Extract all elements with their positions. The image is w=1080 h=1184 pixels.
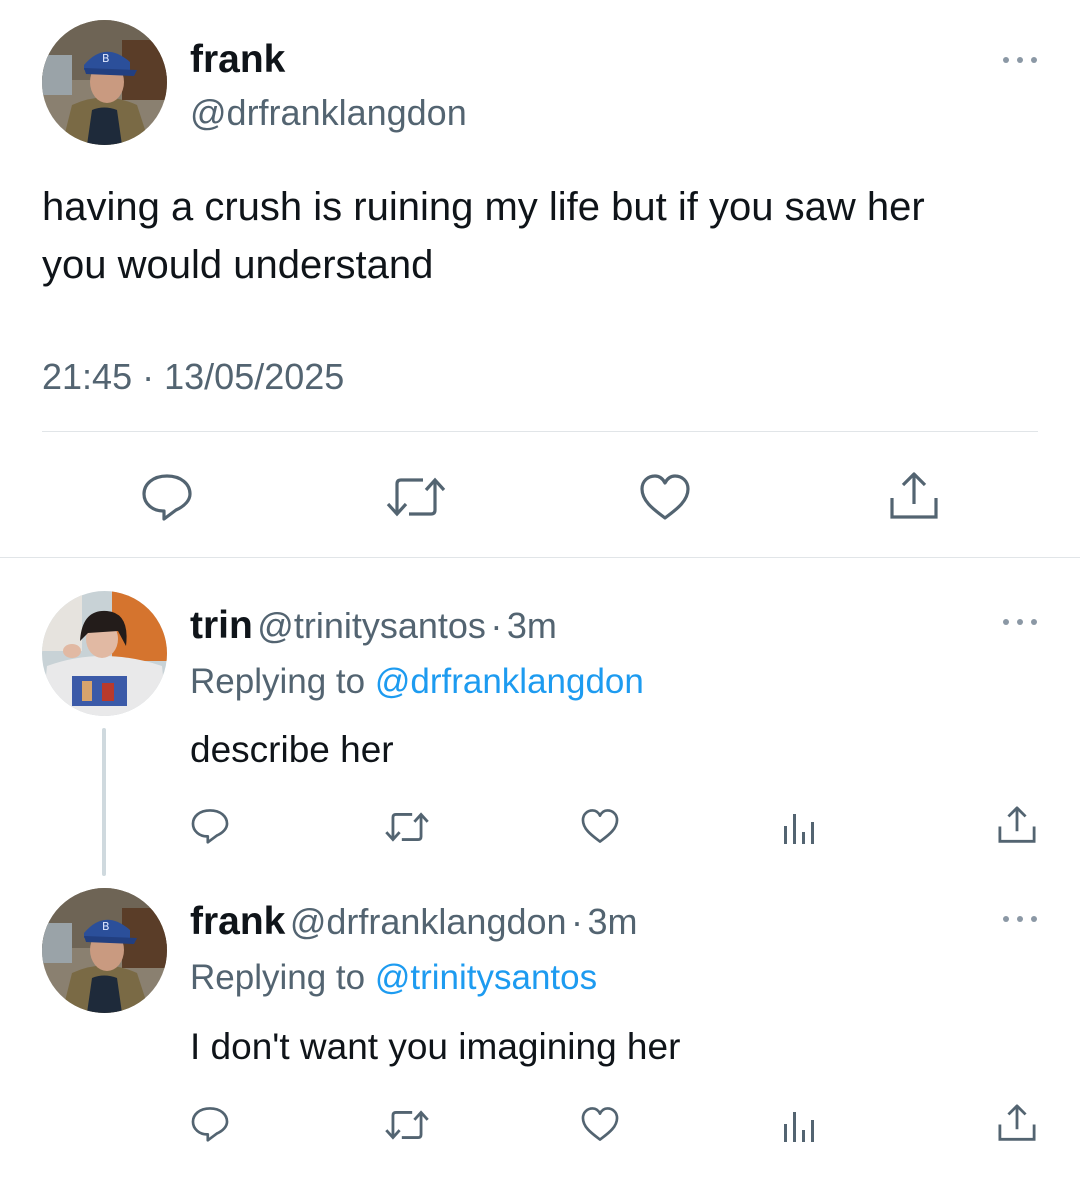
- views-icon[interactable]: [780, 1106, 818, 1144]
- retweet-icon[interactable]: [385, 474, 447, 520]
- reply-icon[interactable]: [140, 472, 194, 522]
- retweet-icon[interactable]: [384, 810, 430, 844]
- meta-separator: ·: [490, 605, 503, 646]
- divider: [42, 431, 1038, 432]
- retweet-icon[interactable]: [384, 1108, 430, 1142]
- more-icon[interactable]: [1000, 52, 1040, 68]
- tweet-time: 21:45: [42, 356, 133, 397]
- reply-text: describe her: [190, 729, 394, 770]
- avatar[interactable]: [42, 591, 167, 716]
- reply-icon[interactable]: [190, 1104, 230, 1144]
- author-name[interactable]: frank: [190, 38, 285, 82]
- reply-age[interactable]: 3m: [587, 901, 637, 942]
- meta-separator: ·: [571, 901, 583, 942]
- more-icon[interactable]: [1000, 911, 1040, 927]
- meta-separator: ·: [142, 356, 155, 397]
- tweet-timestamp[interactable]: 21:45 · 13/05/2025: [42, 356, 344, 398]
- reply-header: trin @trinitysantos · 3m: [190, 604, 557, 648]
- avatar[interactable]: B: [42, 888, 167, 1013]
- reply-age[interactable]: 3m: [507, 605, 557, 646]
- replying-to-label: Replying to: [190, 958, 375, 997]
- share-icon[interactable]: [996, 1102, 1038, 1144]
- tweet-text: having a crush is ruining my life but if…: [42, 185, 925, 287]
- reply-icon[interactable]: [190, 806, 230, 846]
- author-name[interactable]: trin: [190, 604, 253, 647]
- like-icon[interactable]: [580, 1104, 620, 1144]
- reply-text: I don't want you imagining her: [190, 1026, 681, 1067]
- replying-to-label: Replying to: [190, 662, 375, 701]
- like-icon[interactable]: [580, 806, 620, 846]
- more-icon[interactable]: [1000, 614, 1040, 630]
- views-icon[interactable]: [780, 808, 818, 846]
- author-handle[interactable]: @drfranklangdon: [290, 901, 567, 942]
- reply-header: frank @drfranklangdon · 3m: [190, 900, 637, 944]
- svg-text:B: B: [102, 920, 110, 933]
- author-handle[interactable]: @drfranklangdon: [190, 92, 467, 134]
- tweet-date: 13/05/2025: [164, 356, 345, 397]
- divider: [0, 557, 1080, 558]
- mention-link[interactable]: @drfranklangdon: [375, 662, 644, 701]
- mention-link[interactable]: @trinitysantos: [375, 958, 597, 997]
- author-name[interactable]: frank: [190, 900, 285, 943]
- share-icon[interactable]: [887, 470, 941, 522]
- thread-line: [102, 728, 106, 876]
- share-icon[interactable]: [996, 804, 1038, 846]
- replying-to: Replying to @drfranklangdon: [190, 662, 644, 702]
- replying-to: Replying to @trinitysantos: [190, 958, 597, 998]
- svg-text:B: B: [102, 52, 110, 65]
- like-icon[interactable]: [638, 472, 692, 522]
- avatar[interactable]: B: [42, 20, 167, 145]
- author-handle[interactable]: @trinitysantos: [257, 605, 486, 646]
